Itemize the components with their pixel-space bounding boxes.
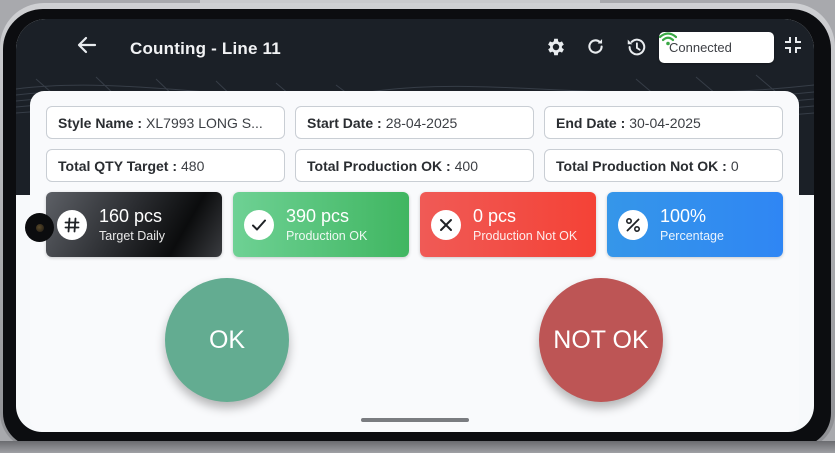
production-not-ok-value: 0	[730, 157, 739, 174]
end-date-field: End Date : 30-04-2025	[544, 106, 783, 139]
check-icon	[244, 209, 274, 240]
end-date-label: End Date :	[556, 114, 626, 131]
qty-target-value: 480	[181, 157, 205, 174]
production-not-ok-card-label: Production Not OK	[473, 229, 578, 243]
production-ok-value: 400	[454, 157, 478, 174]
collapse-icon	[785, 37, 801, 53]
refresh-button[interactable]	[585, 36, 611, 62]
content-panel: Style Name : XL7993 LONG S... Start Date…	[30, 91, 799, 432]
style-name-value: XL7993 LONG S...	[146, 114, 263, 131]
style-name-label: Style Name :	[58, 114, 143, 131]
arrow-left-icon	[77, 36, 97, 54]
close-icon	[431, 209, 461, 240]
production-ok-label: Total Production OK :	[307, 157, 451, 174]
target-daily-label: Target Daily	[99, 229, 165, 243]
start-date-field: Start Date : 28-04-2025	[295, 106, 534, 139]
qty-target-label: Total QTY Target :	[58, 157, 178, 174]
front-camera	[25, 213, 54, 242]
percentage-value: 100%	[660, 206, 707, 226]
qty-target-field: Total QTY Target : 480	[46, 149, 285, 182]
production-ok-count: 390 pcs	[286, 206, 350, 226]
wifi-icon	[659, 32, 677, 46]
percentage-card: 100% Percentage	[607, 192, 783, 257]
app-screen: Counting - Line 11 Connected Style Name …	[16, 19, 814, 432]
gear-icon	[548, 38, 564, 56]
hash-icon	[57, 209, 87, 240]
percentage-label: Percentage	[660, 229, 724, 243]
status-text: Connected	[669, 40, 732, 55]
production-ok-card: 390 pcs Production OK	[233, 192, 409, 257]
start-date-label: Start Date :	[307, 114, 382, 131]
style-name-field: Style Name : XL7993 LONG S...	[46, 106, 285, 139]
ok-button[interactable]: OK	[165, 278, 289, 402]
back-button[interactable]	[77, 36, 103, 62]
connection-status: Connected	[659, 32, 774, 63]
target-daily-card: 160 pcs Target Daily	[46, 192, 222, 257]
settings-button[interactable]	[545, 36, 571, 62]
end-date-value: 30-04-2025	[629, 114, 701, 131]
production-ok-card-label: Production OK	[286, 229, 368, 243]
history-icon	[627, 38, 646, 56]
device-bottom-edge	[0, 441, 835, 453]
target-daily-value: 160 pcs	[99, 206, 163, 226]
start-date-value: 28-04-2025	[385, 114, 458, 131]
page-title: Counting - Line 11	[130, 39, 281, 58]
production-ok-field: Total Production OK : 400	[295, 149, 534, 182]
collapse-button[interactable]	[784, 36, 804, 62]
home-indicator[interactable]	[361, 418, 469, 422]
refresh-icon	[588, 39, 603, 54]
percent-icon	[618, 209, 648, 240]
production-not-ok-card: 0 pcs Production Not OK	[420, 192, 596, 257]
production-not-ok-label: Total Production Not OK :	[556, 157, 727, 174]
production-not-ok-field: Total Production Not OK : 0	[544, 149, 783, 182]
history-button[interactable]	[625, 36, 651, 62]
not-ok-button[interactable]: NOT OK	[539, 278, 663, 402]
production-not-ok-count: 0 pcs	[473, 206, 517, 226]
